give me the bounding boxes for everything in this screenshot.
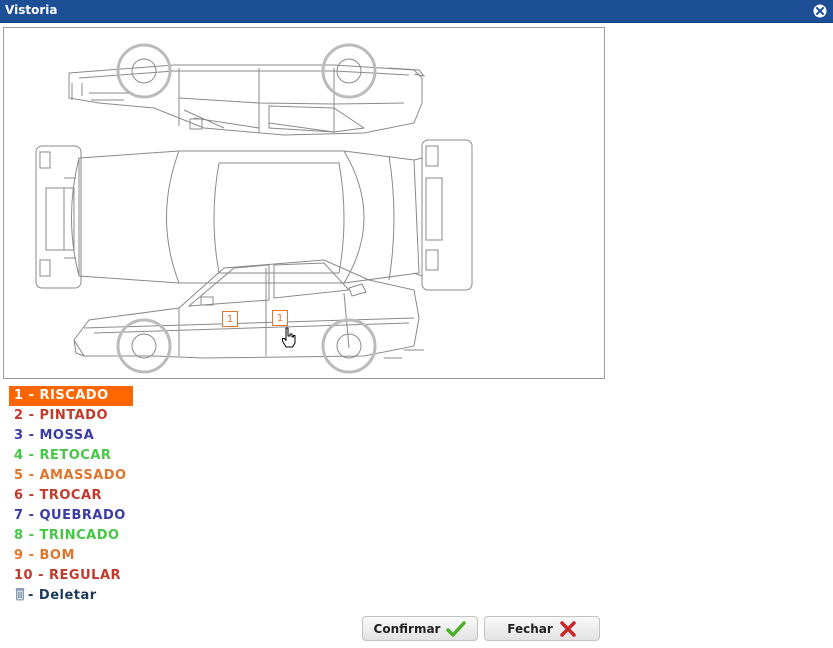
x-icon [560,620,576,637]
legend-item-deletar[interactable]: - Deletar [9,586,133,606]
legend-item-regular[interactable]: 10 - REGULAR [9,566,133,586]
legend-item-retocar[interactable]: 4 - RETOCAR [9,446,133,466]
legend-item-amassado[interactable]: 5 - AMASSADO [9,466,133,486]
legend-item-quebrado[interactable]: 7 - QUEBRADO [9,506,133,526]
window-titlebar: Vistoria [0,0,833,23]
legend-item-deletar-label: - Deletar [28,588,97,603]
close-button[interactable]: Fechar [484,616,600,641]
car-outline-drawing [35,43,473,374]
legend-item-mossa[interactable]: 3 - MOSSA [9,426,133,446]
confirm-button-label: Confirmar [373,621,441,636]
close-button-label: Fechar [507,621,553,636]
damage-marker[interactable]: 1 [272,310,288,326]
legend-item-trocar[interactable]: 6 - TROCAR [9,486,133,506]
confirm-button[interactable]: Confirmar [362,616,478,641]
window-title: Vistoria [5,3,58,17]
damage-legend: 1 - RISCADO 2 - PINTADO 3 - MOSSA 4 - RE… [9,386,133,606]
close-circle-icon[interactable] [812,3,828,19]
trash-icon [15,588,25,601]
legend-item-riscado[interactable]: 1 - RISCADO [9,386,133,406]
legend-item-pintado[interactable]: 2 - PINTADO [9,406,133,426]
checkmark-icon [446,620,467,637]
legend-item-trincado[interactable]: 8 - TRINCADO [9,526,133,546]
legend-item-bom[interactable]: 9 - BOM [9,546,133,566]
vehicle-diagram[interactable]: 1 1 [3,27,605,379]
damage-marker[interactable]: 1 [222,311,238,327]
hand-pointer-icon [282,327,296,348]
